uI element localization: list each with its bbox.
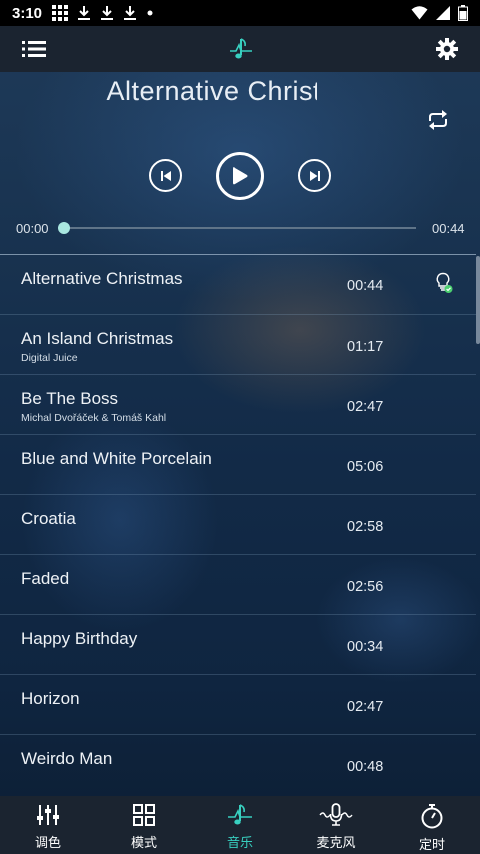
grid-notification-icon	[52, 5, 69, 21]
dot-icon	[146, 9, 154, 17]
play-button[interactable]	[216, 152, 264, 200]
track-duration: 02:56	[347, 579, 384, 595]
music-note-icon	[227, 803, 253, 827]
music-logo-icon	[228, 36, 254, 62]
list-item[interactable]: Happy Birthday 00:34	[0, 614, 476, 674]
nav-label: 调色	[34, 835, 61, 850]
list-item[interactable]: Be The Boss Michal Dvořáček & Tomáš Kahl…	[0, 374, 476, 434]
nav-item-music[interactable]: 音乐	[192, 796, 288, 854]
nav-label: 麦克风	[316, 835, 356, 850]
status-bar: 3:10	[0, 0, 480, 26]
seek-bar[interactable]	[64, 227, 416, 229]
timer-icon	[420, 803, 444, 829]
list-item[interactable]: An Island Christmas Digital Juice 01:17	[0, 314, 476, 374]
seek-thumb[interactable]	[58, 222, 70, 234]
lightbulb-playing-icon	[434, 272, 454, 294]
total-time: 00:44	[432, 221, 465, 236]
equalizer-sliders-icon	[36, 803, 60, 827]
track-duration: 00:34	[347, 639, 384, 655]
track-duration: 01:17	[347, 339, 384, 355]
download-icon	[77, 5, 91, 21]
bottom-nav: 调色 模式 音乐 麦克风 定时	[0, 796, 480, 854]
list-item[interactable]: Faded 02:56	[0, 554, 476, 614]
nav-item-mode[interactable]: 模式	[96, 796, 192, 854]
settings-gear-icon[interactable]	[436, 38, 458, 60]
next-track-button[interactable]	[298, 159, 331, 192]
nav-label: 定时	[418, 837, 445, 852]
elapsed-time: 00:00	[16, 221, 49, 236]
nav-item-color[interactable]: 调色	[0, 796, 96, 854]
track-title: Be The Boss	[21, 389, 119, 408]
track-title: Blue and White Porcelain	[21, 449, 212, 468]
track-title: Weirdo Man	[21, 749, 113, 768]
track-title: An Island Christmas	[21, 329, 174, 348]
nav-item-timer[interactable]: 定时	[384, 796, 480, 854]
list-item[interactable]: Croatia 02:58	[0, 494, 476, 554]
track-duration: 02:58	[347, 519, 384, 535]
track-title: Horizon	[21, 689, 80, 708]
list-item[interactable]: Weirdo Man 00:48	[0, 734, 476, 794]
list-item[interactable]: Blue and White Porcelain 05:06	[0, 434, 476, 494]
repeat-icon[interactable]	[425, 108, 451, 132]
download-icon	[100, 5, 114, 21]
play-icon	[231, 166, 249, 186]
microphone-icon	[319, 803, 353, 827]
menu-icon[interactable]	[22, 40, 46, 58]
nav-label: 音乐	[226, 835, 253, 850]
app-bar	[0, 26, 480, 72]
grid-icon	[132, 803, 156, 827]
track-title: Alternative Christmas	[21, 269, 183, 288]
track-title: Happy Birthday	[21, 629, 138, 648]
nav-label: 模式	[130, 835, 157, 850]
battery-icon	[458, 5, 468, 21]
download-icon	[123, 5, 137, 21]
track-duration: 00:44	[347, 278, 384, 294]
track-duration: 05:06	[347, 459, 384, 475]
list-item[interactable]: Horizon 02:47	[0, 674, 476, 734]
track-duration: 00:48	[347, 759, 384, 775]
track-title: Faded	[21, 569, 70, 588]
list-item[interactable]: Alternative Christmas 00:44	[0, 254, 476, 314]
skip-next-icon	[309, 170, 321, 182]
track-duration: 02:47	[347, 399, 384, 415]
skip-previous-icon	[160, 170, 172, 182]
wifi-icon	[411, 6, 428, 20]
playlist: Alternative Christmas 00:44 An Island Ch…	[0, 254, 480, 796]
track-artist: Digital Juice	[21, 352, 78, 364]
track-duration: 02:47	[347, 699, 384, 715]
track-title: Croatia	[21, 509, 76, 528]
status-time: 3:10	[12, 4, 43, 22]
previous-track-button[interactable]	[149, 159, 182, 192]
track-artist: Michal Dvořáček & Tomáš Kahl	[21, 412, 167, 424]
signal-icon	[436, 6, 450, 20]
nav-item-microphone[interactable]: 麦克风	[288, 796, 384, 854]
playlist-scrollbar[interactable]	[476, 256, 480, 344]
